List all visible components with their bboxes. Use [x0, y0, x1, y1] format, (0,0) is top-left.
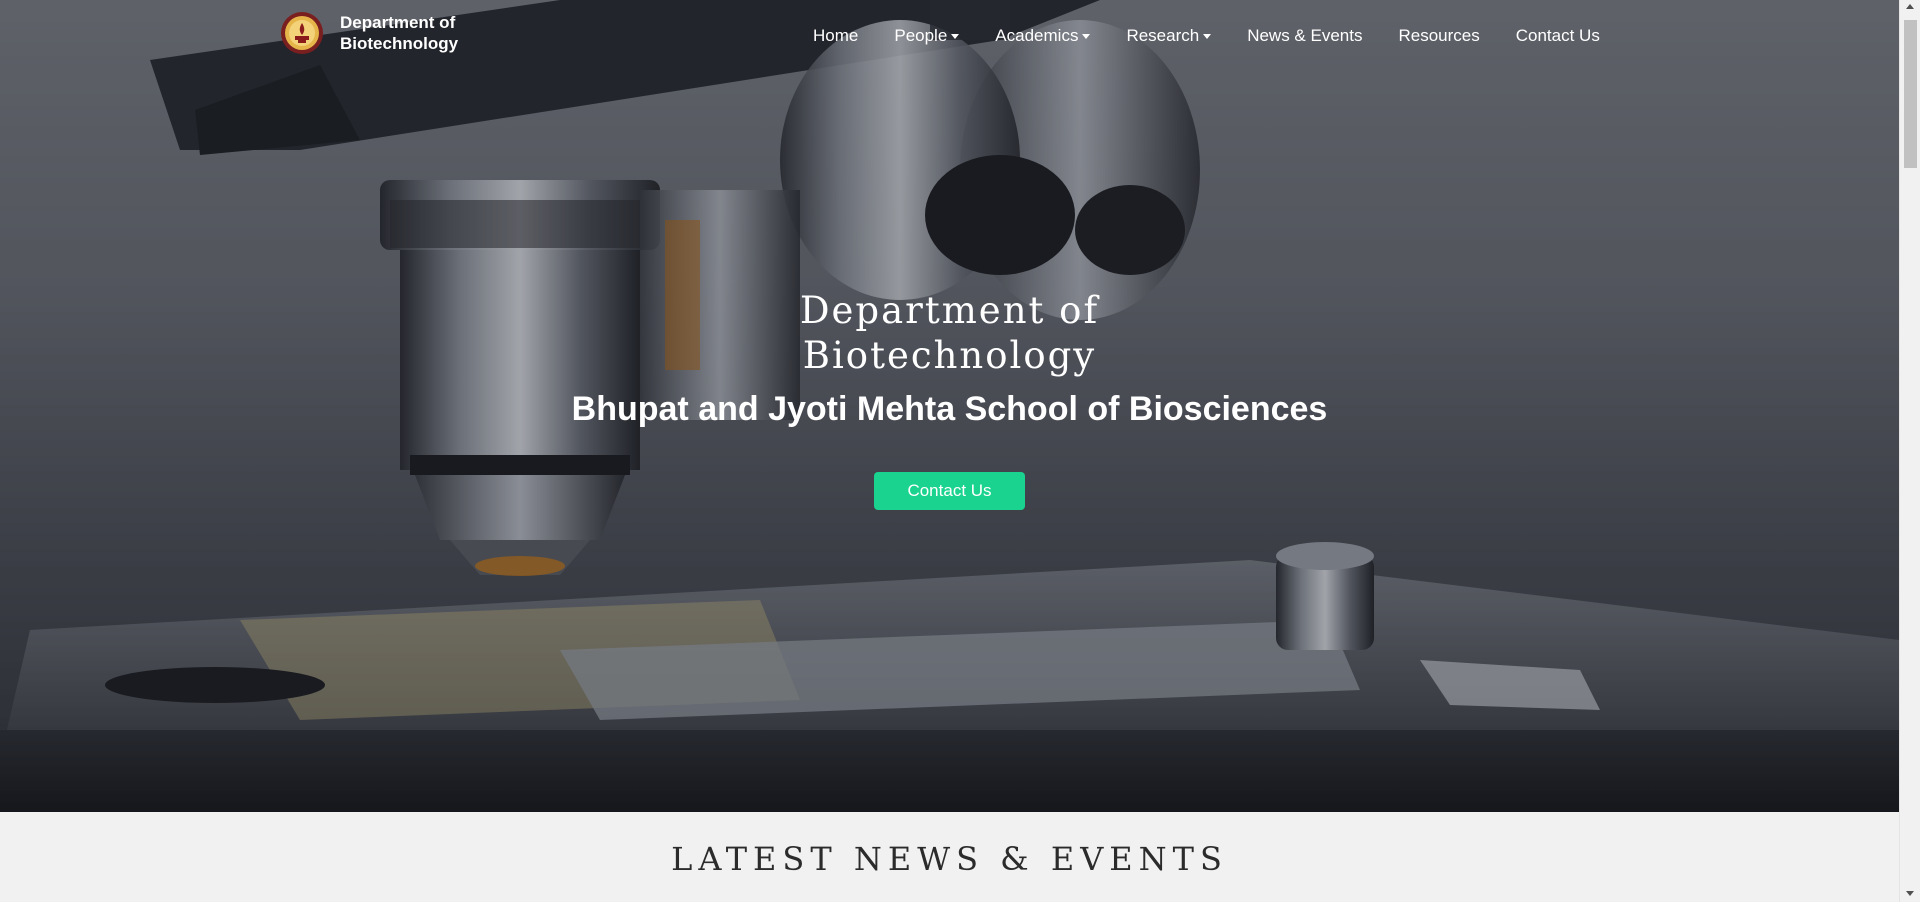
- nav-item-contact-us[interactable]: Contact Us: [1516, 26, 1600, 46]
- scroll-up-arrow-icon[interactable]: [1906, 4, 1914, 9]
- nav-item-label: Home: [813, 26, 859, 45]
- nav-links: Home People Academics Research News & Ev…: [813, 26, 1600, 46]
- nav-item-resources[interactable]: Resources: [1398, 26, 1479, 46]
- hero-section: Department of Biotechnology Home People …: [0, 0, 1899, 812]
- page: Department of Biotechnology Home People …: [0, 0, 1899, 902]
- brand-name: Department of Biotechnology: [340, 12, 458, 54]
- contact-us-button[interactable]: Contact Us: [874, 472, 1025, 510]
- chevron-down-icon: [1082, 34, 1091, 39]
- institute-seal-icon: [280, 11, 324, 55]
- nav-item-news-events[interactable]: News & Events: [1247, 26, 1362, 46]
- chevron-down-icon: [951, 34, 960, 39]
- vertical-scrollbar[interactable]: [1899, 0, 1920, 902]
- chevron-down-icon: [1203, 34, 1212, 39]
- scrollbar-thumb[interactable]: [1904, 20, 1917, 168]
- hero-subtitle: Bhupat and Jyoti Mehta School of Bioscie…: [571, 390, 1328, 428]
- nav-item-label: People: [894, 26, 948, 45]
- brand-link[interactable]: Department of Biotechnology: [280, 11, 458, 55]
- nav-item-research[interactable]: Research: [1126, 26, 1212, 46]
- main-navbar: Department of Biotechnology Home People …: [0, 0, 1899, 72]
- nav-item-academics[interactable]: Academics: [995, 26, 1091, 46]
- news-heading: LATEST NEWS & EVENTS: [671, 840, 1228, 878]
- brand-name-line1: Department of: [340, 13, 456, 32]
- hero-title-line1: Department of: [799, 289, 1100, 332]
- hero-title: Department of Biotechnology: [0, 288, 1899, 378]
- scroll-down-arrow-icon[interactable]: [1906, 891, 1914, 896]
- hero-title-line2: Biotechnology: [802, 334, 1097, 377]
- nav-item-label: Resources: [1398, 26, 1480, 45]
- nav-item-label: Academics: [995, 26, 1079, 45]
- nav-item-people[interactable]: People: [894, 26, 960, 46]
- nav-item-label: Contact Us: [1515, 26, 1600, 45]
- nav-item-label: Research: [1126, 26, 1200, 45]
- nav-item-label: News & Events: [1247, 26, 1363, 45]
- brand-name-line2: Biotechnology: [340, 34, 459, 53]
- nav-item-home[interactable]: Home: [813, 26, 858, 46]
